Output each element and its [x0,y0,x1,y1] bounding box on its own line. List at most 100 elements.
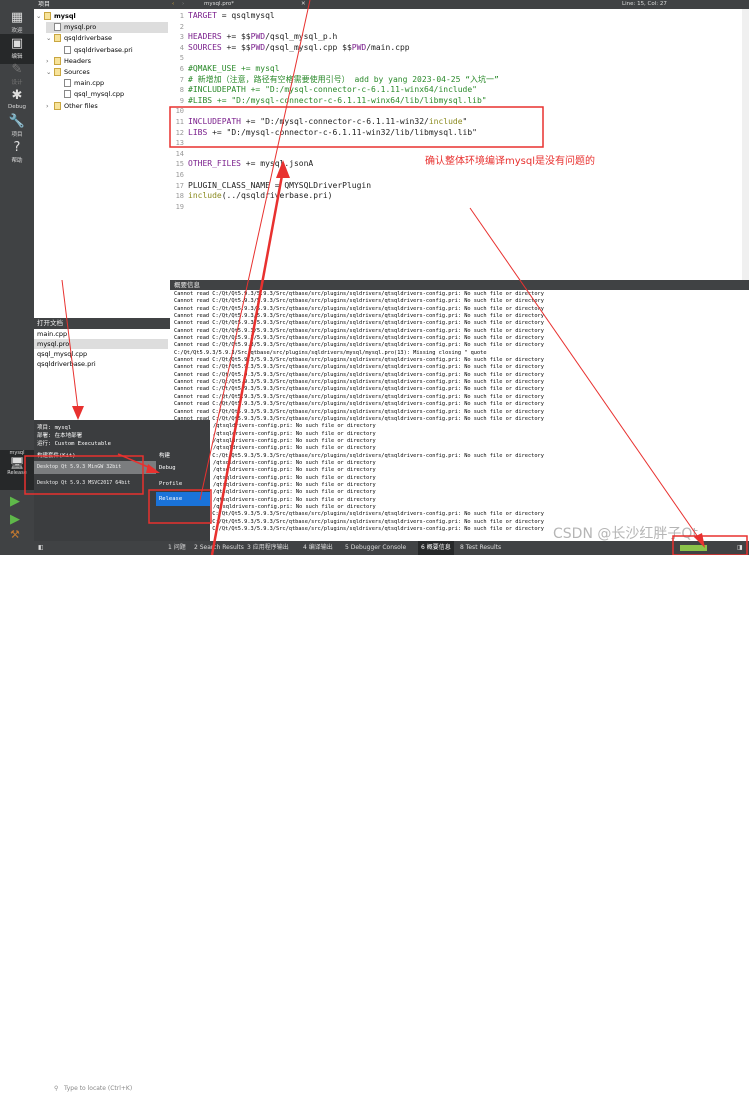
code-editor[interactable]: 1 TARGET = qsqlmysql 2 3 HEADERS += $$PWD/qs… [170,9,742,280]
output-line: Cannot read C:/Qt/Qt5.9.3/5.9.3/Src/qtba… [174,320,544,327]
kit-msvc-64[interactable]: Desktop Qt 5.9.3 MSVC2017 64bit [34,477,156,490]
editor-scrollbar[interactable] [742,9,749,280]
kit-mingw-32[interactable]: Desktop Qt 5.9.3 MinGW 32bit [34,461,156,474]
build-hammer-icon[interactable]: ⚒ [10,528,20,541]
pencil-icon: ✎ [11,62,23,77]
code-token: = QMYSQLDriverPlugin [269,180,372,190]
output-line: Cannot read C:/Qt/Qt5.9.3/5.9.3/Src/qtba… [174,386,544,393]
tree-item[interactable]: ⌄ mysql [36,11,76,22]
output-line: /qtsqldrivers-config.pri: No such file o… [213,496,376,503]
file-tab[interactable]: mysql.pro* [204,0,234,9]
tree-item[interactable]: › Headers [46,56,91,67]
output-line: Cannot read C:/Qt/Qt5.9.3/5.9.3/Src/qtba… [174,335,544,342]
output-pane-title: 概要信息 [174,281,200,289]
code-token: (../qsqldriverbase.pri) [221,191,333,201]
code-line: 6 #QMAKE_USE += mysql [170,64,280,75]
line-number: 12 [175,128,184,137]
locator-input[interactable]: ⚲ Type to locate (Ctrl+K) [52,1084,157,1094]
forward-icon[interactable]: › [182,0,184,9]
tree-item[interactable]: › Other files [46,101,98,112]
output-tab[interactable]: 4 编译输出 [300,541,336,555]
code-token: # 新增加（注意，路径有空格需要使用引号） add by yang 2023-0… [188,74,499,84]
output-line: Cannot read C:/Qt/Qt5.9.3/5.9.3/Src/qtba… [174,511,544,518]
tree-item-label: qsqldriverbase.pri [74,45,133,54]
code-line: 14 [170,149,188,160]
back-icon[interactable]: ‹ [172,0,174,9]
toggle-output-icon[interactable]: ◨ [737,541,743,555]
file-icon [64,79,71,88]
open-document[interactable]: mysql.pro [34,339,168,349]
output-tab[interactable]: 1 问题 [165,541,189,555]
cursor-position: Line: 15, Col: 27 [622,1,667,7]
output-line: /qtsqldrivers-config.pri: No such file o… [213,474,376,481]
output-line: /qtsqldrivers-config.pri: No such file o… [213,459,376,466]
tree-item[interactable]: ⌄ qsqldriverbase [46,33,112,44]
code-line: 11 INCLUDEPATH += "D:/mysql-connector-c-6… [170,117,468,128]
tree-item-label: mysql.pro [64,23,97,32]
output-line: /qtsqldrivers-config.pri: No such file o… [213,481,376,488]
build-profile[interactable]: Profile [156,477,210,491]
chevron-icon[interactable]: ⌄ [36,11,44,22]
output-line: Cannot read C:/Qt/Qt5.9.3/5.9.3/Src/qtba… [174,415,544,422]
debug-run-icon[interactable]: ▶ [10,512,20,527]
code-token: #LIBS += "D:/mysql-connector-c-6.1.11-wi… [188,95,487,105]
line-number: 6 [179,65,184,73]
output-line: /qtsqldrivers-config.pri: No such file o… [213,489,376,496]
run-icon[interactable]: ▶ [10,494,20,509]
code-line: 1 TARGET = qsqlmysql [170,11,275,22]
close-file-icon[interactable]: ✕ [301,0,306,9]
mode-help[interactable]: ? 帮助 [0,138,34,168]
build-debug[interactable]: Debug [156,461,210,475]
tree-item-label: main.cpp [74,79,105,88]
open-document[interactable]: qsql_mysql.cpp [34,349,168,359]
code-token: PLUGIN_CLASS_NAME [188,180,270,190]
tree-item[interactable]: qsql_mysql.cpp [56,89,124,100]
mode-label: Debug [7,104,27,110]
build-header: 构建 [159,453,171,459]
output-line: /qtsqldrivers-config.pri: No such file o… [213,467,376,474]
output-tab[interactable]: 3 应用程序输出 [244,541,292,555]
output-line: Cannot read C:/Qt/Qt5.9.3/5.9.3/Src/qtba… [174,327,544,334]
line-number: 14 [175,149,184,158]
code-line: 3 HEADERS += $$PWD/qsql_mysql_p.h [170,32,338,43]
code-token: include [428,117,463,126]
line-number: 2 [179,22,184,31]
tree-item-label: qsql_mysql.cpp [74,90,125,99]
tree-item[interactable]: main.cpp [56,78,104,89]
chevron-icon[interactable]: › [46,56,54,67]
open-document[interactable]: qsqldriverbase.pri [34,359,168,369]
build-release[interactable]: Release [156,492,210,506]
output-line: Cannot read C:/Qt/Qt5.9.3/5.9.3/Src/qtba… [174,364,544,371]
output-tab[interactable]: 5 Debugger Console [342,541,409,555]
code-token: OTHER_FILES [188,159,241,169]
code-line: 16 [170,170,188,181]
folder-icon [54,68,61,76]
locator-placeholder: Type to locate (Ctrl+K) [64,1085,133,1092]
code-line: 9 #LIBS += "D:/mysql-connector-c-6.1.11-w… [170,96,487,107]
output-line: Cannot read C:/Qt/Qt5.9.3/5.9.3/Src/qtba… [174,401,544,408]
output-tab[interactable]: 2 Search Results [191,541,247,555]
chevron-icon[interactable]: ⌄ [46,33,54,44]
tree-item[interactable]: mysql.pro [46,22,168,34]
editor-toolbar: ‹ › mysql.pro* ✕ Line: 15, Col: 27 [170,0,749,9]
code-token: /qsql_mysql_p.h [265,32,338,42]
toggle-sidebar-icon[interactable]: ◧ [38,541,44,555]
code-token: PWD [250,32,266,42]
kit-selector-button[interactable]: mysql 🖥 Release [0,450,34,490]
file-icon [54,23,61,32]
open-document[interactable]: main.cpp [34,329,168,339]
tree-item-label: Sources [64,68,90,76]
general-messages-output[interactable]: Cannot read C:/Qt/Qt5.9.3/5.9.3/Src/qtba… [172,291,742,541]
code-token: LIBS [188,127,208,137]
tree-item[interactable]: qsqldriverbase.pri [56,45,133,56]
folder-icon [44,12,51,20]
chevron-icon[interactable]: ⌄ [46,67,54,78]
output-pane-header: 概要信息 [170,280,749,290]
tree-item[interactable]: ⌄ Sources [46,67,90,78]
search-icon: ⚲ [54,1085,59,1092]
output-tab[interactable]: 8 Test Results [457,541,504,555]
tree-item-label: Headers [64,56,92,65]
output-tab[interactable]: 6 概要信息 [418,541,454,555]
kits-header: 构建套件(Kit) [37,453,76,459]
chevron-icon[interactable]: › [46,101,54,112]
